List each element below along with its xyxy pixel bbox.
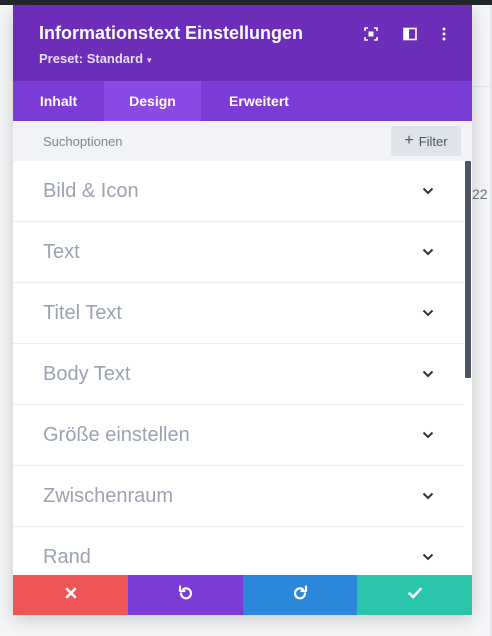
section-body-text[interactable]: Body Text: [13, 344, 464, 405]
tab-inhalt[interactable]: Inhalt: [13, 81, 104, 121]
section-label: Zwischenraum: [43, 484, 174, 507]
undo-button[interactable]: [128, 575, 243, 615]
settings-modal: Informationstext Einstellungen Preset: S…: [13, 5, 472, 615]
search-options-bar: Suchoptionen + Filter: [13, 121, 472, 161]
modal-header: Informationstext Einstellungen Preset: S…: [13, 5, 472, 81]
chevron-down-icon: [422, 368, 434, 380]
section-text[interactable]: Text: [13, 222, 464, 283]
background-number: 22: [472, 186, 488, 202]
focus-icon[interactable]: [362, 25, 380, 43]
redo-icon: [292, 584, 308, 606]
section-groesse-einstellen[interactable]: Größe einstellen: [13, 405, 464, 466]
chevron-down-icon: [422, 307, 434, 319]
chevron-down-icon: [422, 185, 434, 197]
check-icon: [407, 586, 422, 604]
section-label: Rand: [43, 545, 91, 568]
close-icon: [65, 586, 77, 604]
modal-title: Informationstext Einstellungen: [39, 23, 304, 43]
scrollbar[interactable]: [464, 161, 472, 575]
section-label: Titel Text: [43, 301, 122, 324]
chevron-down-icon: [422, 551, 434, 563]
section-label: Text: [43, 240, 80, 263]
redo-button[interactable]: [243, 575, 357, 615]
save-button[interactable]: [357, 575, 472, 615]
search-options-input[interactable]: Suchoptionen: [43, 134, 123, 149]
tab-design[interactable]: Design: [104, 81, 201, 121]
section-rand[interactable]: Rand: [13, 527, 464, 575]
chevron-down-icon: [422, 246, 434, 258]
plus-icon: +: [404, 132, 414, 149]
section-label: Body Text: [43, 362, 131, 385]
section-label: Bild & Icon: [43, 179, 139, 202]
section-titel-text[interactable]: Titel Text: [13, 283, 464, 344]
preset-label: Preset: Standard: [39, 51, 144, 66]
chevron-down-icon: [422, 490, 434, 502]
chevron-down-icon: [422, 429, 434, 441]
filter-button[interactable]: + Filter: [391, 126, 461, 156]
tab-bar: Inhalt Design Erweitert: [13, 81, 472, 121]
tab-erweitert[interactable]: Erweitert: [201, 81, 317, 121]
modal-footer: [13, 575, 472, 615]
section-bild-icon[interactable]: Bild & Icon: [13, 161, 464, 222]
discard-button[interactable]: [13, 575, 128, 615]
background-divider: [472, 86, 492, 87]
sidebar-toggle-icon[interactable]: [401, 25, 419, 43]
more-options-icon[interactable]: [435, 25, 453, 43]
settings-sections-list: Bild & Icon Text Titel Text Body Text Gr…: [13, 161, 464, 575]
section-label: Größe einstellen: [43, 423, 190, 446]
section-zwischenraum[interactable]: Zwischenraum: [13, 466, 464, 527]
scrollbar-thumb[interactable]: [465, 161, 471, 378]
caret-down-icon: ▾: [147, 55, 152, 65]
undo-icon: [178, 584, 194, 606]
filter-label: Filter: [418, 133, 448, 149]
preset-selector[interactable]: Preset: Standard ▾: [39, 51, 152, 66]
